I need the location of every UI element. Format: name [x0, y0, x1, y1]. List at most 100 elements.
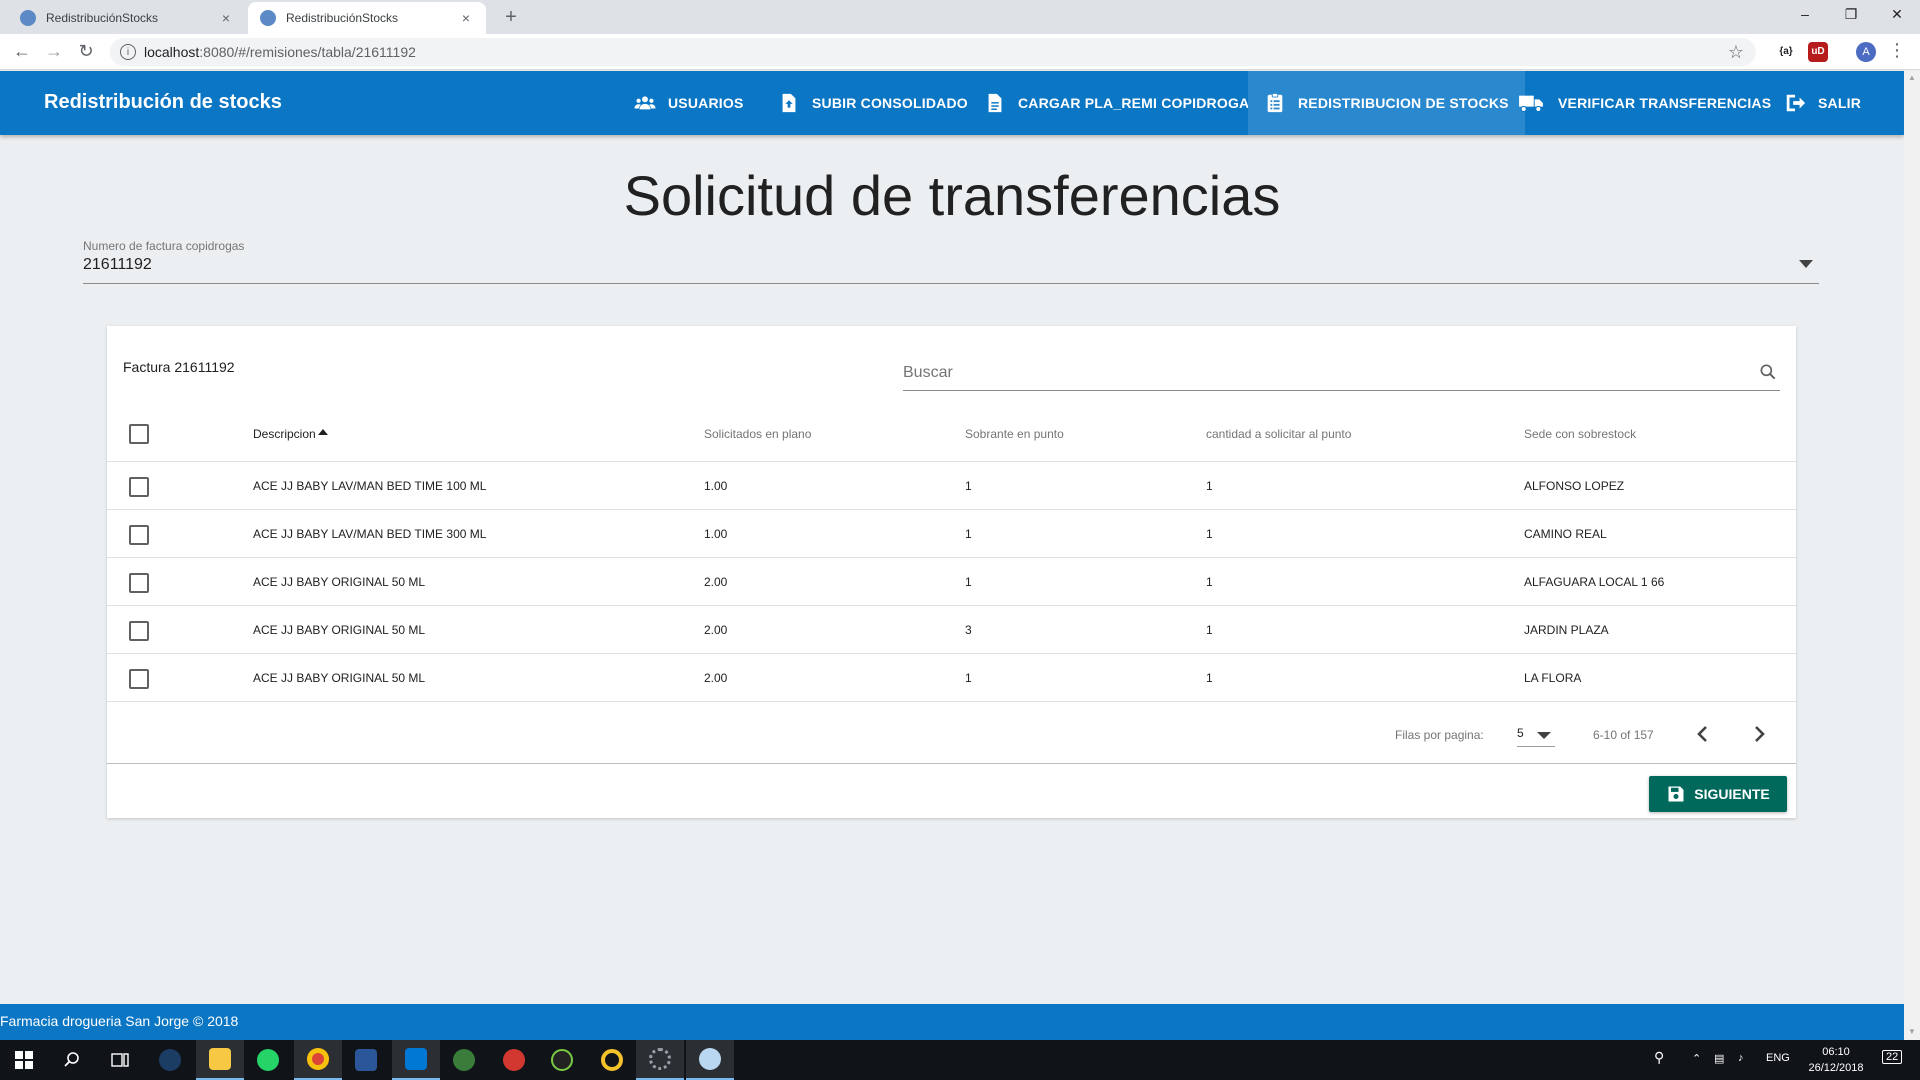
row-checkbox[interactable] [129, 525, 149, 545]
nav-salir[interactable]: SALIR [1768, 71, 1877, 135]
cell-cantidad: 1 [1206, 623, 1213, 637]
start-button[interactable] [0, 1040, 48, 1080]
nav-verificar-transferencias[interactable]: VERIFICAR TRANSFERENCIAS [1500, 71, 1787, 135]
people-icon[interactable]: ⚲ [1654, 1049, 1664, 1066]
back-arrow-icon[interactable]: ← [10, 41, 34, 62]
browser-menu-icon[interactable]: ⋮ [1888, 40, 1906, 61]
table-row[interactable]: ACE JJ BABY ORIGINAL 50 ML 2.00 1 1 ALFA… [107, 558, 1796, 606]
system-clock[interactable]: 06:10 26/12/2018 [1800, 1044, 1872, 1076]
site-info-icon[interactable]: i [120, 44, 136, 60]
cell-descripcion: ACE JJ BABY ORIGINAL 50 ML [253, 575, 426, 589]
reload-icon[interactable]: ↻ [74, 41, 98, 62]
forward-arrow-icon[interactable]: → [42, 41, 66, 62]
taskbar-file-explorer[interactable] [196, 1040, 244, 1080]
ublock-icon[interactable]: uD [1808, 42, 1828, 62]
chrome-icon [307, 1048, 329, 1070]
cell-solicitados: 2.00 [704, 671, 728, 685]
nav-redistribucion-stocks[interactable]: REDISTRIBUCION DE STOCKS [1248, 71, 1525, 135]
table-header: Descripcion Solicitados en plano Sobrant… [107, 405, 1796, 462]
page-title: Solicitud de transferencias [623, 164, 1281, 227]
taskbar-app-gear[interactable] [636, 1040, 684, 1080]
window-close-icon[interactable]: ✕ [1882, 6, 1912, 23]
siguiente-button[interactable]: SIGUIENTE [1649, 776, 1787, 812]
timer-app-icon [551, 1049, 573, 1071]
table-row[interactable]: ACE JJ BABY LAV/MAN BED TIME 100 ML 1.00… [107, 462, 1796, 510]
rows-per-page-select[interactable]: 5 [1517, 722, 1555, 747]
invoice-select[interactable]: Numero de factura copidrogas 21611192 [83, 236, 1819, 284]
restore-icon[interactable]: ❐ [1836, 6, 1866, 23]
network-icon[interactable]: ▤ [1714, 1052, 1724, 1065]
scroll-up-icon[interactable]: ▲ [1908, 73, 1916, 82]
nav-cargar-pla-remi[interactable]: CARGAR PLA_REMI COPIDROGAS [968, 71, 1275, 135]
row-checkbox[interactable] [129, 669, 149, 689]
browser-tab-2[interactable]: RedistribuciónStocks × [248, 2, 486, 34]
chevron-right-icon[interactable] [1743, 718, 1775, 750]
steam-icon [159, 1049, 181, 1071]
cell-cantidad: 1 [1206, 479, 1213, 493]
browser-tab-1[interactable]: RedistribuciónStocks × [8, 2, 246, 34]
col-header-descripcion[interactable]: Descripcion [253, 427, 328, 441]
chevron-up-icon[interactable]: ⌃ [1692, 1052, 1701, 1065]
taskbar-chrome[interactable] [294, 1040, 342, 1080]
rows-per-page-value: 5 [1517, 726, 1524, 740]
word-icon [355, 1049, 377, 1071]
logout-icon [1786, 94, 1806, 112]
nav-subir-consolidado[interactable]: SUBIR CONSOLIDADO [762, 71, 984, 135]
chevron-left-icon[interactable] [1687, 718, 1719, 750]
app-brand[interactable]: Redistribución de stocks [44, 91, 282, 114]
task-view-button[interactable] [96, 1040, 144, 1080]
nav-label: SUBIR CONSOLIDADO [812, 95, 968, 111]
table-row[interactable]: ACE JJ BABY ORIGINAL 50 ML 2.00 1 1 LA F… [107, 654, 1796, 702]
language-indicator[interactable]: ENG [1766, 1052, 1790, 1064]
new-tab-button[interactable]: + [500, 6, 522, 29]
rows-per-page-label: Filas por pagina: [1395, 728, 1484, 742]
bookmark-star-icon[interactable]: ☆ [1728, 42, 1744, 63]
search-input[interactable] [903, 360, 1743, 386]
save-icon [1668, 786, 1684, 802]
cell-descripcion: ACE JJ BABY LAV/MAN BED TIME 300 ML [253, 527, 487, 541]
nav-label: CARGAR PLA_REMI COPIDROGAS [1018, 95, 1259, 111]
close-tab-icon[interactable]: × [218, 10, 234, 26]
profile-avatar[interactable]: A [1856, 42, 1876, 62]
table-pagination: Filas por pagina: 5 6-10 of 157 [107, 704, 1796, 764]
col-header-solicitados[interactable]: Solicitados en plano [704, 427, 811, 441]
table-row[interactable]: ACE JJ BABY ORIGINAL 50 ML 2.00 3 1 JARD… [107, 606, 1796, 654]
taskbar-steam[interactable] [146, 1040, 194, 1080]
notifications-badge[interactable]: 22 [1882, 1050, 1903, 1064]
extension-json-icon[interactable]: {a} [1776, 42, 1796, 62]
taskbar-word[interactable] [342, 1040, 390, 1080]
col-header-cantidad[interactable]: cantidad a solicitar al punto [1206, 427, 1351, 441]
taskbar-app-clock[interactable] [538, 1040, 586, 1080]
table-row[interactable]: ACE JJ BABY LAV/MAN BED TIME 300 ML 1.00… [107, 510, 1796, 558]
row-checkbox[interactable] [129, 573, 149, 593]
nav-usuarios[interactable]: USUARIOS [618, 71, 760, 135]
search-icon[interactable] [1758, 362, 1778, 382]
col-header-sobrante[interactable]: Sobrante en punto [965, 427, 1064, 441]
row-checkbox[interactable] [129, 621, 149, 641]
taskbar-app-hs[interactable] [440, 1040, 488, 1080]
taskbar-vscode[interactable] [392, 1040, 440, 1080]
row-checkbox[interactable] [129, 477, 149, 497]
page-scrollbar[interactable]: ▲ ▼ [1904, 71, 1920, 1040]
col-header-sede[interactable]: Sede con sobrestock [1524, 427, 1636, 441]
users-icon [634, 96, 656, 110]
volume-icon[interactable]: ♪ [1738, 1052, 1744, 1064]
select-all-checkbox[interactable] [129, 424, 149, 444]
address-bar[interactable]: i localhost:8080/#/remisiones/tabla/2161… [110, 38, 1756, 66]
dropdown-caret-icon [1537, 732, 1551, 739]
browser-tab-title: RedistribuciónStocks [286, 11, 399, 25]
browser-tab-title: RedistribuciónStocks [46, 11, 159, 25]
minimize-icon[interactable]: – [1790, 6, 1820, 22]
taskbar-app-ring[interactable] [588, 1040, 636, 1080]
table-search [903, 356, 1780, 391]
taskbar-search[interactable] [48, 1040, 96, 1080]
taskbar-whatsapp[interactable] [244, 1040, 292, 1080]
close-tab-icon[interactable]: × [458, 10, 474, 26]
app-favicon-icon [260, 10, 276, 26]
taskbar-app-paint[interactable] [686, 1040, 734, 1080]
scroll-down-icon[interactable]: ▼ [1908, 1027, 1916, 1036]
dropdown-caret-icon [1799, 260, 1813, 268]
col-header-label: Descripcion [253, 427, 316, 441]
taskbar-app-red[interactable] [490, 1040, 538, 1080]
transfer-table-card: Factura 21611192 Descripcion Solicitados… [107, 326, 1796, 818]
